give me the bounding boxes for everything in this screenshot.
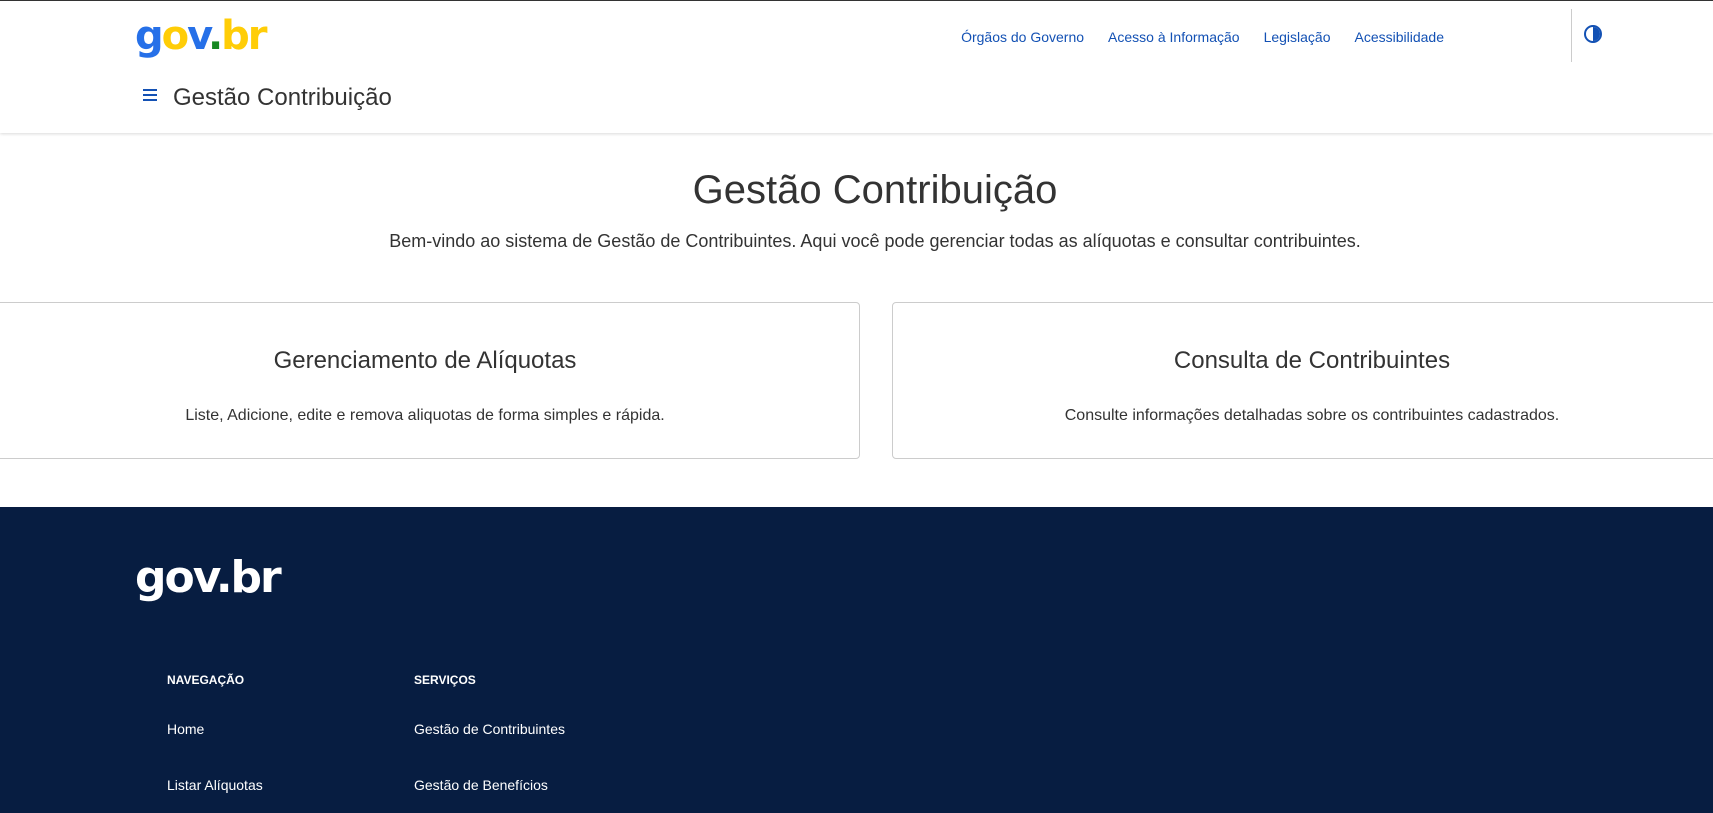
footer-govbr-logo[interactable]: gov.br <box>135 552 282 604</box>
footer-column-title: SERVIÇOS <box>414 673 476 687</box>
footer-column-servicos: SERVIÇOS Gestão de Contribuintes Gestão … <box>414 672 565 813</box>
govbr-logo[interactable]: gov.br <box>135 11 268 61</box>
contrast-icon[interactable] <box>1584 25 1602 43</box>
link-acessibilidade[interactable]: Acessibilidade <box>1355 28 1445 46</box>
logo-dot: . <box>207 13 223 59</box>
menu-bar <box>143 94 157 96</box>
footer-column-navegacao: NAVEGAÇÃO Home Listar Alíquotas <box>167 672 263 813</box>
link-legislacao[interactable]: Legislação <box>1264 28 1331 46</box>
page-subtitle: Bem-vindo ao sistema de Gestão de Contri… <box>389 231 1361 251</box>
card-description: Consulte informações detalhadas sobre os… <box>1064 407 1560 424</box>
logo-letter-o: o <box>161 13 190 59</box>
footer-column-title: NAVEGAÇÃO <box>167 673 245 687</box>
top-links-nav: Órgãos do Governo Acesso à Informação Le… <box>937 28 1444 46</box>
header-divider <box>1571 9 1572 62</box>
card-title: Gerenciamento de Alíquotas <box>273 347 577 374</box>
card-description: Liste, Adicione, edite e remova aliquota… <box>185 407 665 424</box>
footer-link-listar-aliquotas[interactable]: Listar Alíquotas <box>167 776 263 813</box>
hamburger-menu-icon[interactable] <box>143 89 159 103</box>
contrast-icon-half <box>1593 27 1600 41</box>
footer-link-home[interactable]: Home <box>167 720 263 776</box>
footer-link-gestao-beneficios[interactable]: Gestão de Benefícios <box>414 776 565 813</box>
link-orgaos-governo[interactable]: Órgãos do Governo <box>961 28 1084 46</box>
card-consulta-contribuintes[interactable]: Consulta de Contribuintes Consulte infor… <box>892 302 1713 459</box>
card-title: Consulta de Contribuintes <box>1173 347 1451 374</box>
header-title: Gestão Contribuição <box>173 84 392 111</box>
logo-letters-br: br <box>221 13 267 59</box>
menu-bar <box>143 99 157 101</box>
footer-link-gestao-contribuintes[interactable]: Gestão de Contribuintes <box>414 720 565 776</box>
logo-letter-v: v <box>187 13 210 59</box>
page-title: Gestão Contribuição <box>692 168 1058 212</box>
link-acesso-informacao[interactable]: Acesso à Informação <box>1108 28 1240 46</box>
site-footer: gov.br NAVEGAÇÃO Home Listar Alíquotas S… <box>0 507 1713 813</box>
menu-bar <box>143 89 157 91</box>
site-header: gov.br Órgãos do Governo Acesso à Inform… <box>0 0 1713 133</box>
logo-letter-g: g <box>135 13 164 59</box>
card-gerenciamento-aliquotas[interactable]: Gerenciamento de Alíquotas Liste, Adicio… <box>0 302 860 459</box>
